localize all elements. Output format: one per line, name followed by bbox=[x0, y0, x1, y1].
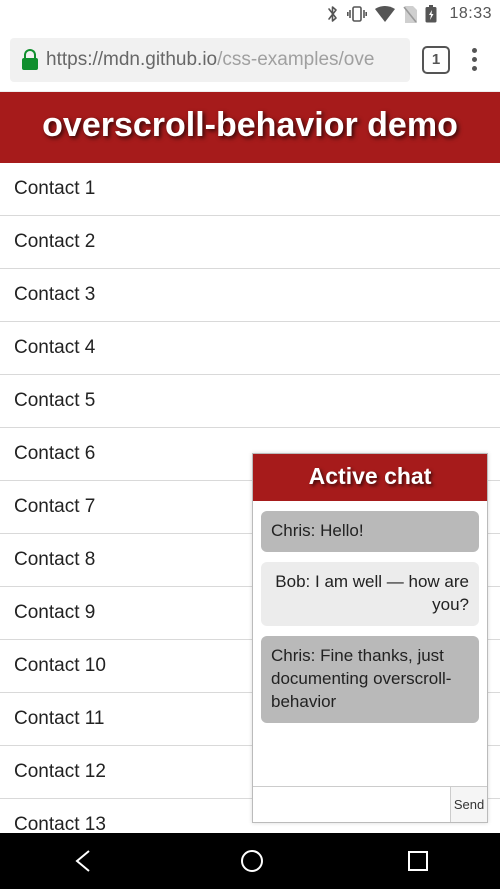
url-host: https://mdn.github.io bbox=[46, 49, 217, 70]
bluetooth-icon bbox=[326, 5, 339, 23]
browser-url-bar: https://mdn.github.io/css-examples/ove 1 bbox=[0, 28, 500, 92]
no-sim-icon bbox=[403, 6, 417, 23]
url-field[interactable]: https://mdn.github.io/css-examples/ove bbox=[10, 38, 410, 82]
chat-message: Chris: Hello! bbox=[261, 511, 479, 552]
tabs-button[interactable]: 1 bbox=[422, 46, 450, 74]
recents-button[interactable] bbox=[407, 850, 429, 872]
chat-input[interactable] bbox=[253, 787, 450, 822]
send-button[interactable]: Send bbox=[450, 787, 487, 822]
wifi-icon bbox=[375, 6, 395, 22]
lock-icon bbox=[22, 50, 38, 70]
back-button[interactable] bbox=[71, 848, 97, 874]
menu-button[interactable] bbox=[462, 44, 486, 76]
chat-input-row: Send bbox=[253, 786, 487, 822]
contact-row[interactable]: Contact 2 bbox=[0, 216, 500, 269]
battery-charging-icon bbox=[425, 5, 437, 23]
android-nav-bar bbox=[0, 833, 500, 889]
android-status-bar: 18:33 bbox=[0, 0, 500, 28]
home-button[interactable] bbox=[239, 848, 265, 874]
chat-window: Active chat Chris: Hello! Bob: I am well … bbox=[252, 453, 488, 823]
contact-row[interactable]: Contact 3 bbox=[0, 269, 500, 322]
vibrate-icon bbox=[347, 6, 367, 22]
page-title: overscroll-behavior demo bbox=[0, 92, 500, 163]
chat-title: Active chat bbox=[253, 454, 487, 501]
chat-message: Bob: I am well — how are you? bbox=[261, 562, 479, 626]
contact-row[interactable]: Contact 1 bbox=[0, 163, 500, 216]
contact-row[interactable]: Contact 5 bbox=[0, 375, 500, 428]
tab-count: 1 bbox=[432, 51, 440, 68]
chat-message: Chris: Fine thanks, just documenting ove… bbox=[261, 636, 479, 723]
contact-row[interactable]: Contact 4 bbox=[0, 322, 500, 375]
status-time: 18:33 bbox=[449, 5, 492, 23]
chat-messages[interactable]: Chris: Hello! Bob: I am well — how are yo… bbox=[253, 501, 487, 786]
url-path: /css-examples/ove bbox=[217, 49, 374, 70]
